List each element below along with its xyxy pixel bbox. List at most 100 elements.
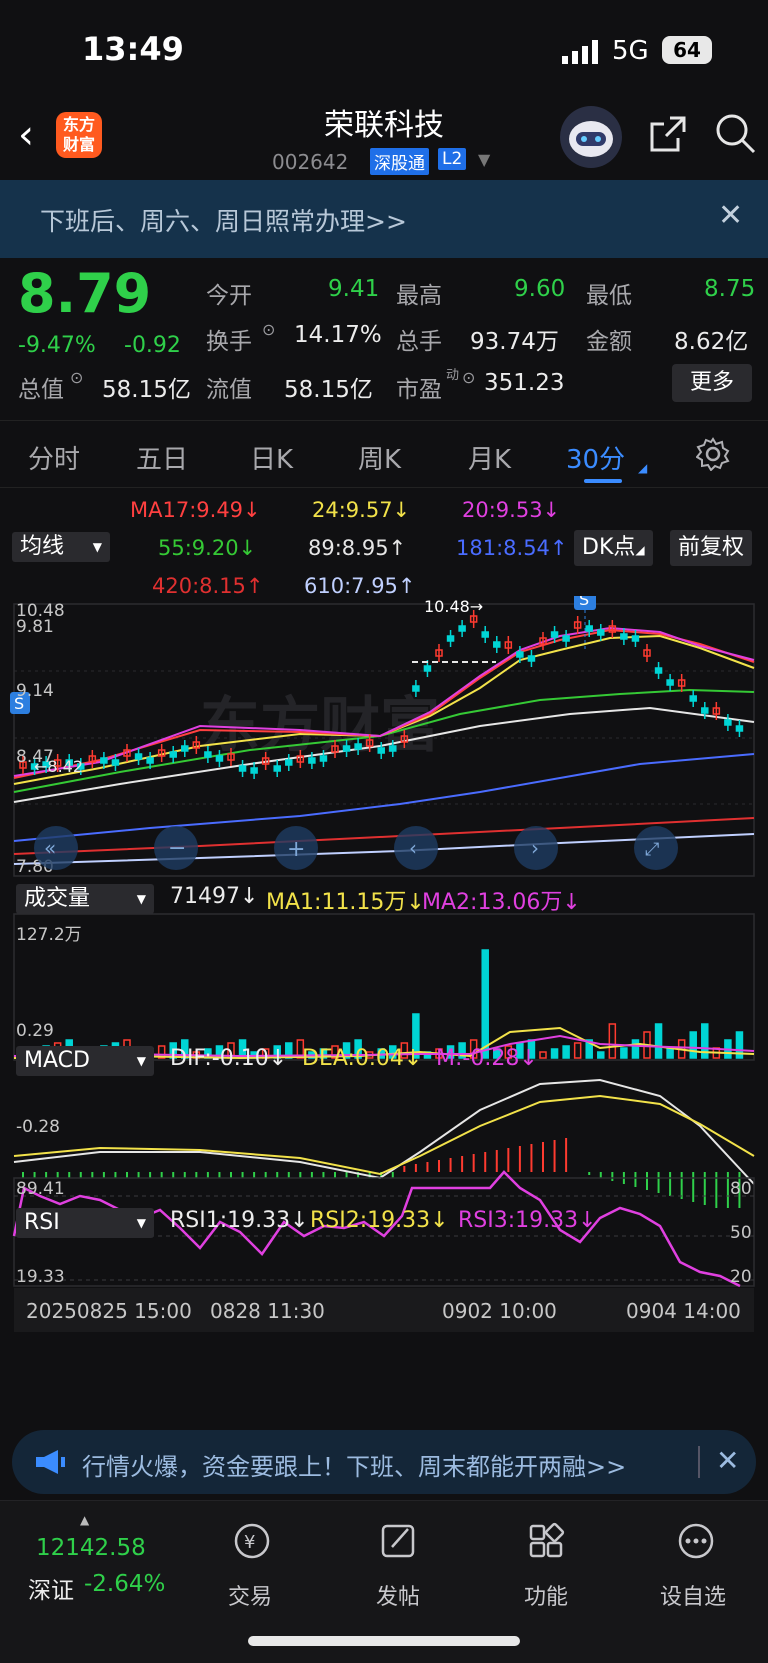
- volume-bar: [620, 1047, 628, 1059]
- nav-trade[interactable]: 交易: [228, 1579, 272, 1611]
- amount-label: 金额: [586, 329, 632, 355]
- tab-monthly[interactable]: 月K: [468, 439, 511, 476]
- max-label: 10.48→: [424, 597, 483, 616]
- robot-assistant-icon[interactable]: [560, 106, 622, 168]
- index-change[interactable]: -2.64%: [84, 1571, 165, 1597]
- grid-icon[interactable]: [528, 1521, 566, 1561]
- chevron-up-icon[interactable]: ▲: [80, 1513, 89, 1527]
- macd-y-bottom: -0.28: [16, 1117, 60, 1137]
- chevron-down-icon[interactable]: ▼: [478, 150, 490, 169]
- candle-body: [735, 725, 744, 732]
- candle-body: [308, 757, 316, 764]
- close-icon[interactable]: ✕: [718, 198, 743, 233]
- market-tag: 深股通: [370, 148, 429, 175]
- divider: [698, 1446, 700, 1478]
- low-value: 8.75: [704, 276, 756, 302]
- ma-item: 89:8.95↑: [308, 536, 407, 560]
- notice-text[interactable]: 下班后、周六、周日照常办理>>: [40, 202, 407, 238]
- volume-value: 93.74万: [470, 329, 559, 355]
- candle-body: [319, 755, 328, 762]
- macd-dif: DIF:-0.10↓: [170, 1046, 288, 1071]
- volume-bar: [597, 1051, 605, 1059]
- volume-bar: [562, 1045, 570, 1059]
- volume-bar: [608, 1023, 617, 1059]
- candle-body: [516, 651, 524, 658]
- candle-body: [215, 755, 224, 762]
- candle-body: [412, 685, 420, 692]
- candle-body: [481, 631, 489, 638]
- ma-item: 181:8.54↑: [456, 536, 568, 560]
- macd-selector-label: MACD: [24, 1048, 90, 1073]
- ma-item: 24:9.57↓: [312, 498, 411, 522]
- close-icon[interactable]: ✕: [716, 1444, 739, 1477]
- nav-functions[interactable]: 功能: [524, 1579, 568, 1611]
- rsi-50: 50: [730, 1223, 752, 1243]
- x-label: 0904 14:00: [626, 1299, 741, 1323]
- candle-body: [550, 631, 559, 638]
- svg-text:›: ›: [531, 836, 539, 860]
- candle-body: [389, 745, 397, 752]
- megaphone-icon: [36, 1450, 65, 1474]
- open-label: 今开: [206, 283, 252, 309]
- chevron-down-icon: ▼: [92, 540, 102, 554]
- more-icon[interactable]: [676, 1521, 716, 1561]
- dk-point-button[interactable]: DK点◢: [574, 530, 653, 566]
- index-name[interactable]: 深证: [28, 1571, 74, 1605]
- macd-selector[interactable]: MACD ▼: [16, 1046, 154, 1076]
- rsi-20: 20: [730, 1267, 752, 1287]
- chevron-down-icon[interactable]: ◢: [638, 461, 647, 475]
- adjust-button[interactable]: 前复权: [670, 530, 753, 566]
- info-icon[interactable]: ⊙: [262, 320, 275, 339]
- mktcap-label: 总值: [18, 377, 64, 403]
- info-icon[interactable]: ⊙: [462, 368, 475, 387]
- trade-icon[interactable]: ¥: [232, 1521, 272, 1561]
- stock-code: 002642: [272, 150, 349, 174]
- index-value[interactable]: 12142.58: [36, 1535, 146, 1561]
- float-value: 58.15亿: [284, 377, 373, 403]
- pe-label: 市盈: [396, 377, 442, 403]
- more-button[interactable]: 更多: [672, 364, 752, 402]
- macd-m: M:-0.28↓: [436, 1046, 538, 1071]
- tab-weekly[interactable]: 周K: [358, 439, 401, 476]
- volume-ma1: MA1:11.15万↓: [266, 890, 425, 915]
- candle-body: [354, 743, 362, 750]
- candle-body: [169, 751, 177, 758]
- network-type: 5G: [612, 36, 649, 66]
- tab-daily[interactable]: 日K: [250, 439, 293, 476]
- kline-chart[interactable]: 东方财富 10.48→ ←8.42 S S 10.48 9.81 9.14 8.…: [0, 596, 768, 1426]
- y-label: 8.47: [16, 747, 54, 767]
- candle-body: [458, 625, 466, 632]
- volume-panel-frame: [13, 913, 755, 1061]
- ma-item: 55:9.20↓: [158, 536, 257, 560]
- candle-body: [562, 635, 570, 642]
- promo-banner[interactable]: 行情火爆，资金要跟上！下班、周末都能开两融>> ✕: [12, 1430, 756, 1494]
- rsi-y-top: 89.41: [16, 1179, 65, 1199]
- high-value: 9.60: [514, 276, 566, 302]
- volume-selector[interactable]: 成交量 ▼: [16, 884, 154, 914]
- volume-bar: [539, 1051, 547, 1059]
- last-price: 8.79: [18, 262, 152, 325]
- tab-intraday[interactable]: 分时: [28, 439, 80, 476]
- float-label: 流值: [206, 377, 252, 403]
- tab-five-day[interactable]: 五日: [136, 439, 188, 476]
- period-tabs: 分时 五日 日K 周K 月K 30分 ◢: [0, 420, 768, 488]
- edit-icon[interactable]: [380, 1521, 418, 1561]
- ma-selector[interactable]: 均线 ▼: [12, 532, 110, 562]
- search-icon[interactable]: [714, 112, 756, 154]
- nav-add-watchlist[interactable]: 设自选: [660, 1579, 726, 1611]
- volume-bar: [631, 1039, 640, 1059]
- gear-icon[interactable]: [696, 437, 730, 471]
- tab-30min[interactable]: 30分: [566, 439, 625, 476]
- candle-body: [493, 641, 501, 648]
- notice-bar[interactable]: 下班后、周六、周日照常办理>> ✕: [0, 180, 768, 258]
- share-icon[interactable]: [648, 114, 688, 154]
- info-icon[interactable]: ⊙: [70, 368, 83, 387]
- nav-post[interactable]: 发帖: [376, 1579, 420, 1611]
- y-label: 9.81: [16, 617, 54, 637]
- rsi-selector[interactable]: RSI ▼: [16, 1208, 154, 1238]
- candle-body: [204, 751, 212, 758]
- promo-text[interactable]: 行情火爆，资金要跟上！下班、周末都能开两融>>: [82, 1447, 626, 1482]
- low-label: 最低: [586, 283, 632, 309]
- candle-body: [273, 765, 281, 772]
- ma-item: MA17:9.49↓: [130, 498, 261, 522]
